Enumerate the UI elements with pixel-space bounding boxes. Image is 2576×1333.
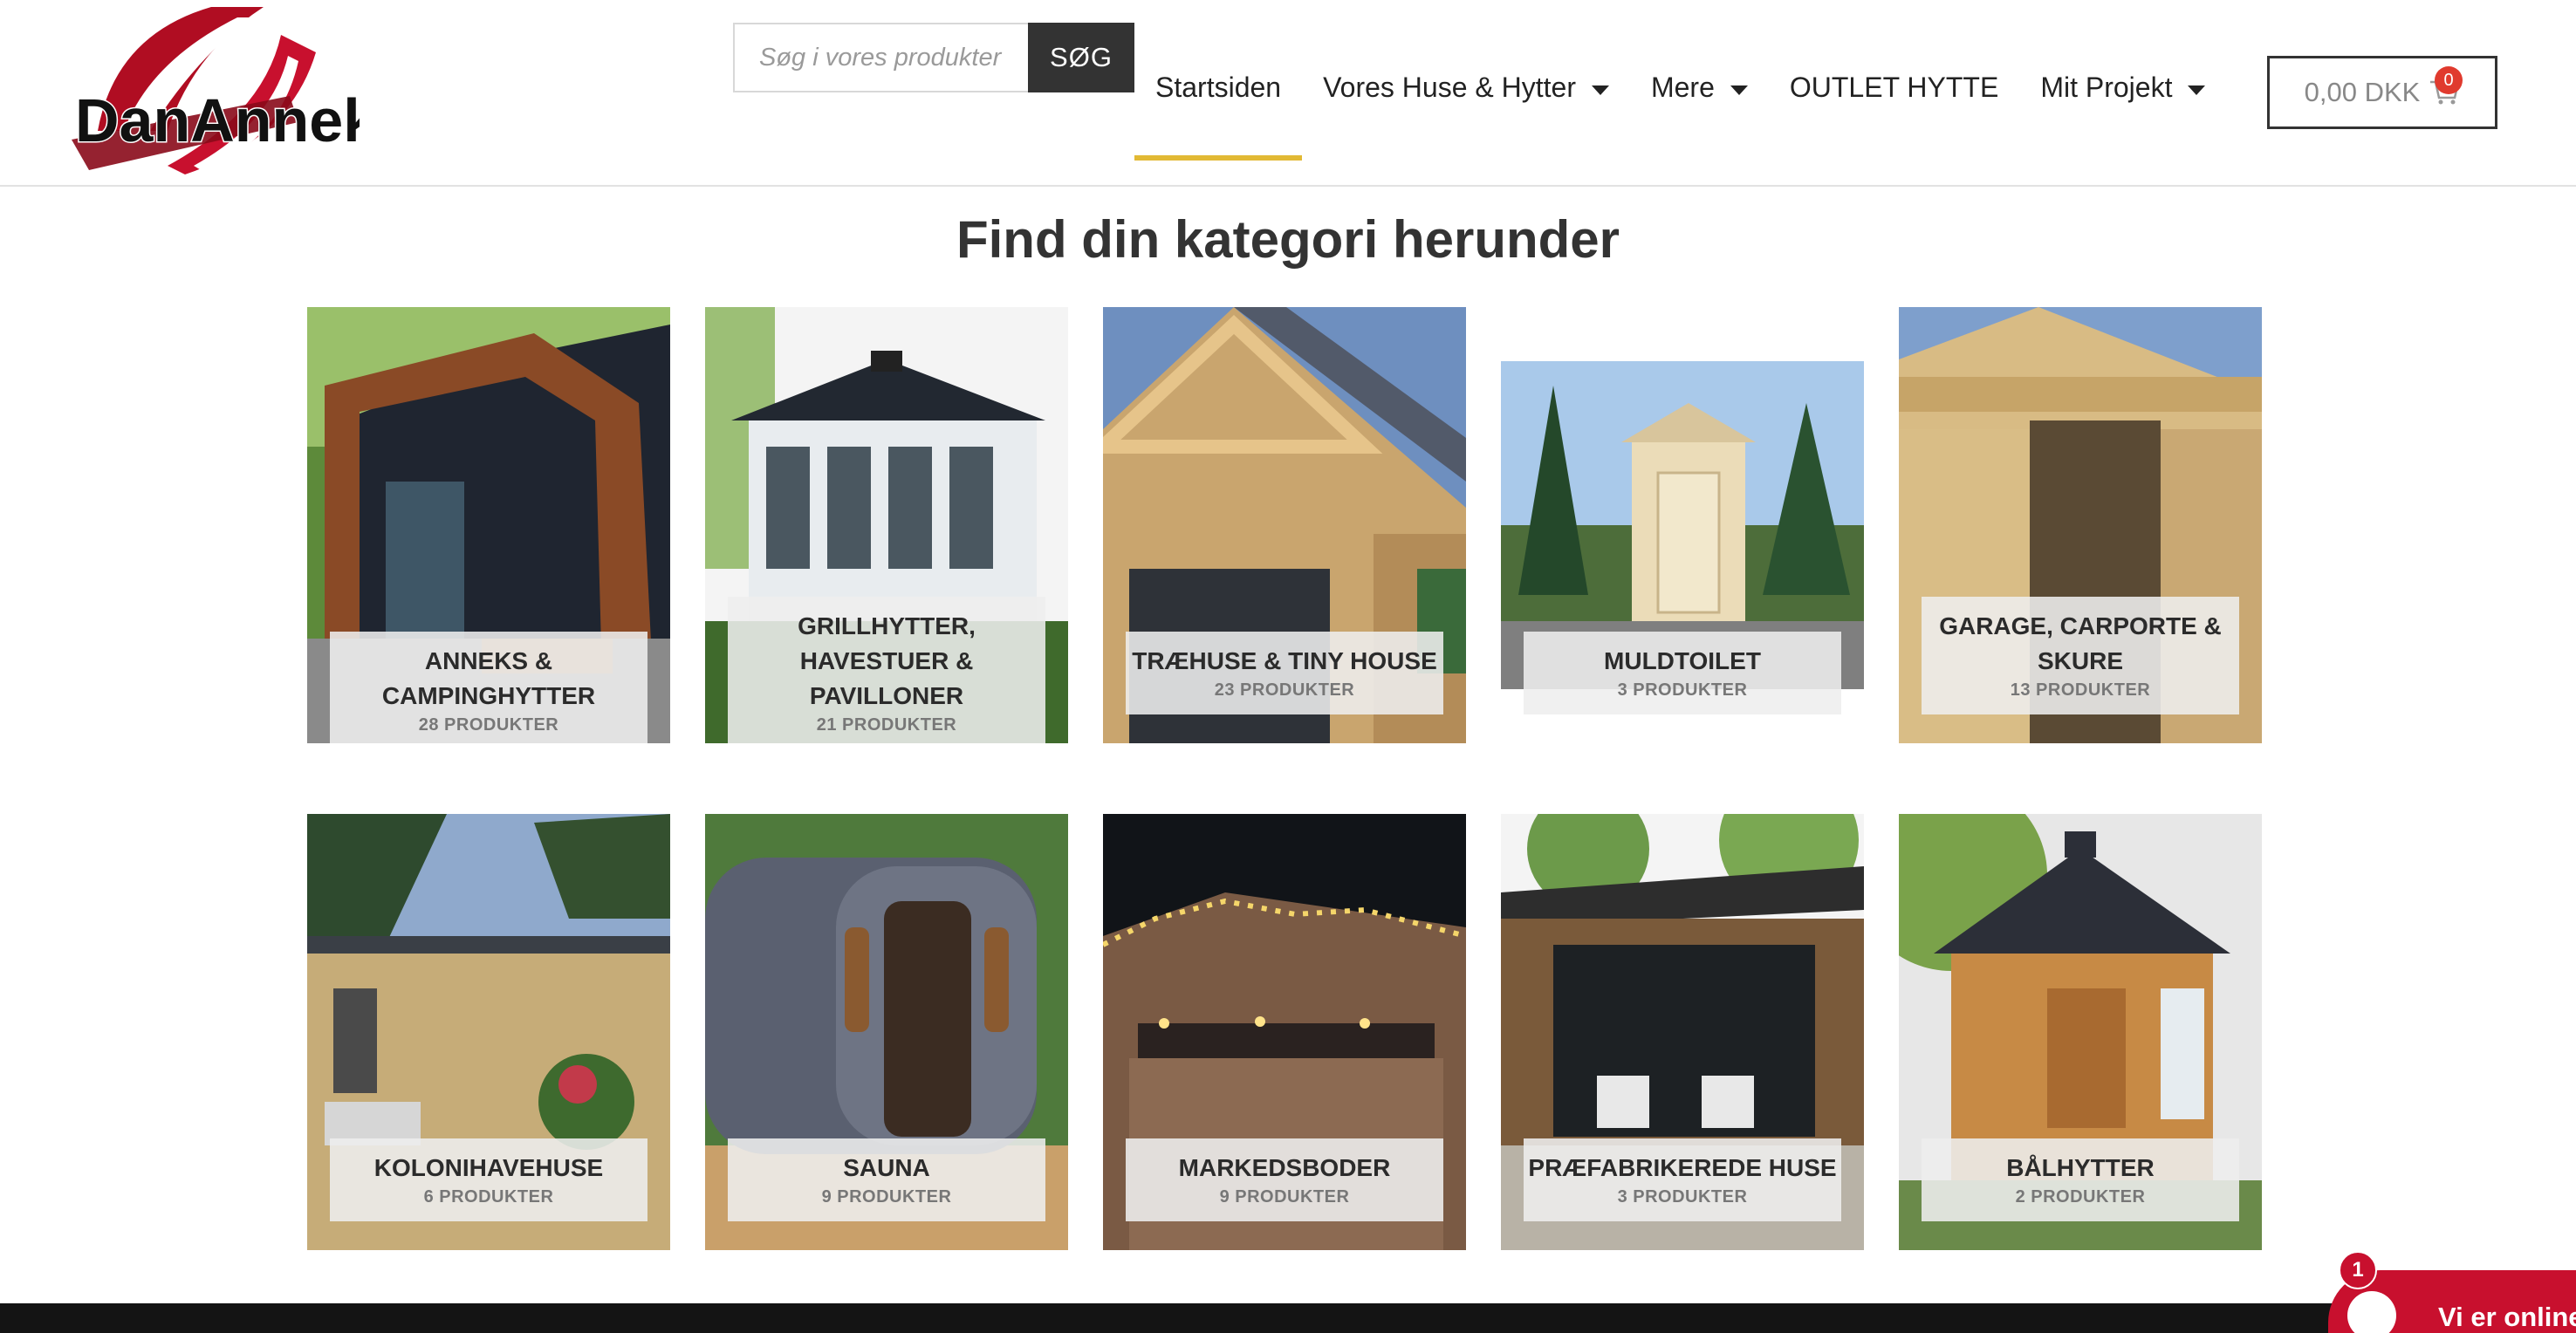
- nav-item-project[interactable]: Mit Projekt: [2019, 52, 2226, 131]
- category-name: KOLONIHAVEHUSE: [373, 1154, 604, 1181]
- category-count: 13 PRODUKTER: [2010, 680, 2151, 700]
- nav-item-outlet[interactable]: OUTLET HYTTE: [1769, 52, 2019, 131]
- dananneks-logo[interactable]: DanAnneks: [63, 0, 360, 187]
- nav-item-home[interactable]: Startsiden: [1134, 52, 1303, 161]
- search-input[interactable]: [733, 23, 1028, 92]
- category-name: MULDTOILET: [1604, 647, 1761, 674]
- nav-project-label: Mit Projekt: [2040, 72, 2173, 103]
- category-card-anneks[interactable]: ANNEKS & CAMPINGHYTTER 28 PRODUKTER: [307, 307, 670, 743]
- nav-outlet-label: OUTLET HYTTE: [1789, 72, 1999, 103]
- caret-down-icon: [2188, 85, 2206, 95]
- page-title: Find din kategori herunder: [956, 210, 1620, 269]
- caret-down-icon: [1730, 85, 1748, 95]
- category-label: GRILLHYTTER, HAVESTUER & PAVILLONER 21 P…: [728, 597, 1045, 743]
- category-card-baalhytter[interactable]: BÅLHYTTER 2 PRODUKTER: [1899, 814, 2262, 1250]
- category-label: MARKEDSBODER 9 PRODUKTER: [1126, 1138, 1443, 1221]
- category-card-markedsboder[interactable]: MARKEDSBODER 9 PRODUKTER: [1103, 814, 1466, 1250]
- category-card-grillhytter[interactable]: GRILLHYTTER, HAVESTUER & PAVILLONER 21 P…: [705, 307, 1068, 743]
- category-label: BÅLHYTTER 2 PRODUKTER: [1922, 1138, 2239, 1221]
- category-count: 21 PRODUKTER: [816, 715, 957, 735]
- nav-houses-label: Vores Huse & Hytter: [1323, 72, 1576, 103]
- category-name: BÅLHYTTER: [2006, 1154, 2155, 1181]
- nav-item-houses[interactable]: Vores Huse & Hytter: [1302, 52, 1630, 131]
- category-label: GARAGE, CARPORTE & SKURE 13 PRODUKTER: [1922, 597, 2239, 714]
- category-card-kolonihavehuse[interactable]: KOLONIHAVEHUSE 6 PRODUKTER: [307, 814, 670, 1250]
- caret-down-icon: [1591, 85, 1609, 95]
- chat-notification-badge: 1: [2339, 1251, 2377, 1289]
- category-count: 28 PRODUKTER: [418, 715, 559, 735]
- category-card-traehuse[interactable]: TRÆHUSE & TINY HOUSE 23 PRODUKTER: [1103, 307, 1466, 743]
- category-name: GRILLHYTTER, HAVESTUER & PAVILLONER: [798, 612, 976, 709]
- category-count: 9 PRODUKTER: [1219, 1187, 1350, 1207]
- category-name: MARKEDSBODER: [1178, 1154, 1391, 1181]
- category-name: PRÆFABRIKEREDE HUSE: [1528, 1154, 1837, 1181]
- main-nav: Startsiden Vores Huse & Hytter Mere OUTL…: [1134, 52, 2226, 161]
- nav-home-label: Startsiden: [1155, 72, 1282, 103]
- chat-status-text[interactable]: Vi er online: [2438, 1302, 2576, 1333]
- category-card-sauna[interactable]: SAUNA 9 PRODUKTER: [705, 814, 1068, 1250]
- site-header: DanAnneks SØG Startsiden Vores Huse & Hy…: [0, 0, 2576, 187]
- nav-item-more[interactable]: Mere: [1630, 52, 1769, 131]
- category-card-praefabrikerede[interactable]: PRÆFABRIKEREDE HUSE 3 PRODUKTER: [1501, 814, 1864, 1250]
- category-label: KOLONIHAVEHUSE 6 PRODUKTER: [330, 1138, 647, 1221]
- category-name: ANNEKS & CAMPINGHYTTER: [381, 647, 596, 709]
- cart-count-badge: 0: [2435, 66, 2463, 94]
- category-label: SAUNA 9 PRODUKTER: [728, 1138, 1045, 1221]
- category-label: MULDTOILET 3 PRODUKTER: [1524, 632, 1841, 714]
- chat-bubble-icon[interactable]: [2347, 1291, 2396, 1333]
- search-button[interactable]: SØG: [1028, 23, 1134, 92]
- category-card-muldtoilet[interactable]: MULDTOILET 3 PRODUKTER: [1501, 307, 1864, 743]
- cart-button[interactable]: 0,00 DKK: [2267, 56, 2497, 129]
- category-name: GARAGE, CARPORTE & SKURE: [1939, 612, 2222, 674]
- category-count: 3 PRODUKTER: [1617, 680, 1748, 700]
- category-label: ANNEKS & CAMPINGHYTTER 28 PRODUKTER: [330, 632, 647, 743]
- cart-total: 0,00 DKK: [2304, 77, 2421, 107]
- footer-bar: [0, 1303, 2576, 1333]
- category-label: PRÆFABRIKEREDE HUSE 3 PRODUKTER: [1524, 1138, 1841, 1221]
- category-card-garage[interactable]: GARAGE, CARPORTE & SKURE 13 PRODUKTER: [1899, 307, 2262, 743]
- svg-text:DanAnneks: DanAnneks: [75, 86, 360, 154]
- category-count: 2 PRODUKTER: [2015, 1187, 2146, 1207]
- category-count: 6 PRODUKTER: [423, 1187, 554, 1207]
- category-name: SAUNA: [843, 1154, 930, 1181]
- category-count: 9 PRODUKTER: [821, 1187, 952, 1207]
- search-form: SØG: [733, 23, 1134, 92]
- category-count: 23 PRODUKTER: [1214, 680, 1355, 700]
- category-count: 3 PRODUKTER: [1617, 1187, 1748, 1207]
- category-name: TRÆHUSE & TINY HOUSE: [1132, 647, 1437, 674]
- nav-more-label: Mere: [1650, 72, 1715, 103]
- category-label: TRÆHUSE & TINY HOUSE 23 PRODUKTER: [1126, 632, 1443, 714]
